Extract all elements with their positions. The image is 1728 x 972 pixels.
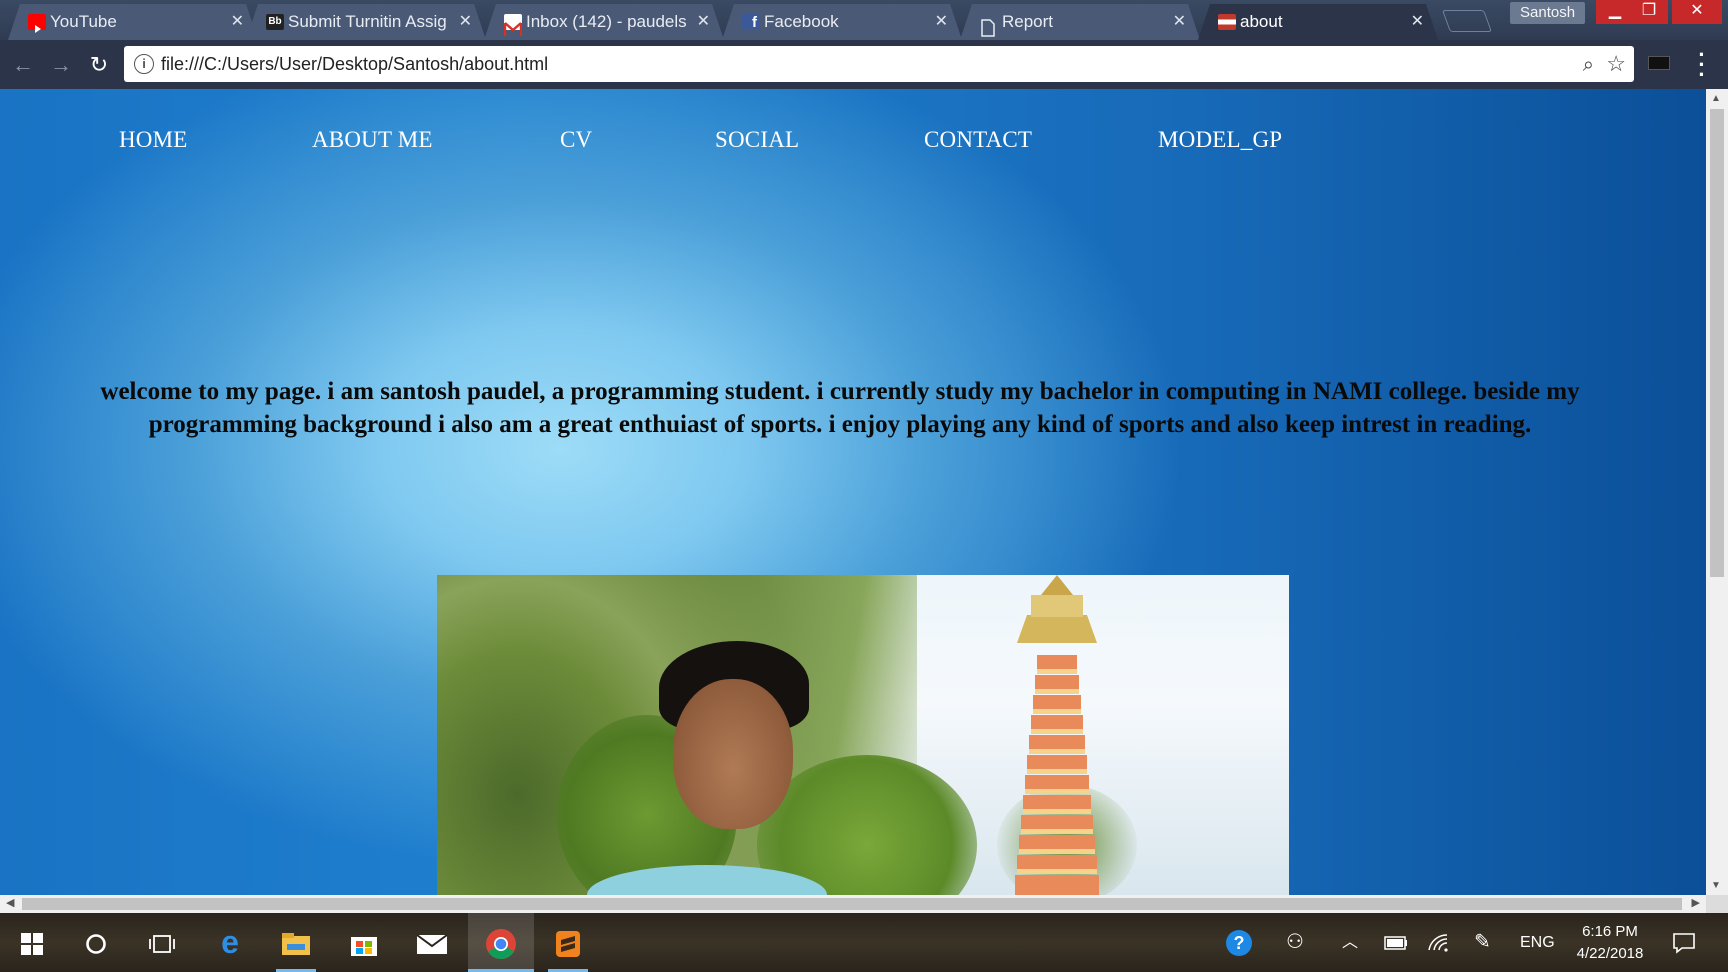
profile-button[interactable]: Santosh (1510, 2, 1586, 24)
vertical-scroll-thumb[interactable] (1710, 109, 1724, 577)
task-view-icon[interactable] (132, 913, 192, 972)
tab-title: Inbox (142) - paudels (526, 12, 687, 31)
windows-taskbar: e ? ⚇ ︿ ✎ ENG 6:16 PM 4/22/2018 (0, 913, 1728, 972)
horizontal-scrollbar[interactable]: ◀ ▶ (0, 895, 1706, 913)
scroll-down-icon[interactable]: ▼ (1711, 880, 1721, 891)
photo-person-face (673, 679, 793, 829)
nav-about-link[interactable]: ABOUT ME (312, 127, 433, 153)
horizontal-scroll-thumb[interactable] (22, 898, 1682, 910)
people-icon[interactable]: ⚇ (1286, 913, 1304, 972)
scrollbar-corner (1706, 895, 1728, 913)
profile-photo (437, 575, 1289, 895)
extension-icon[interactable] (1648, 56, 1670, 70)
file-explorer-icon[interactable] (266, 913, 326, 972)
menu-dots-icon[interactable]: · · · (1696, 44, 1708, 86)
tab-title: about (1240, 12, 1283, 31)
chrome-icon[interactable] (468, 913, 534, 972)
address-bar[interactable]: i file:///C:/Users/User/Desktop/Santosh/… (124, 46, 1634, 82)
cortana-icon[interactable] (66, 913, 126, 972)
edge-icon[interactable]: e (200, 913, 260, 972)
new-tab-button[interactable] (1441, 10, 1493, 32)
scroll-up-icon[interactable]: ▲ (1711, 93, 1721, 104)
forward-arrow-icon[interactable]: → (46, 50, 76, 80)
intro-paragraph: welcome to my page. i am santosh paudel,… (100, 378, 1580, 438)
pen-icon[interactable]: ✎ (1474, 913, 1491, 972)
facebook-icon: f (742, 14, 760, 30)
clock-time: 6:16 PM (1582, 923, 1638, 940)
tab-facebook[interactable]: f Facebook ✕ (722, 4, 962, 40)
nav-contact-link[interactable]: CONTACT (924, 127, 1032, 153)
tab-turnitin[interactable]: Bb Submit Turnitin Assig ✕ (246, 4, 486, 40)
browser-tab-strip: YouTube ✕ Bb Submit Turnitin Assig ✕ Inb… (0, 0, 1728, 40)
language-indicator[interactable]: ENG (1520, 913, 1555, 972)
close-window-icon[interactable]: ✕ (1672, 0, 1722, 24)
back-arrow-icon[interactable]: ← (8, 50, 38, 80)
tab-title: YouTube (50, 12, 117, 31)
help-icon[interactable]: ? (1224, 913, 1254, 972)
vertical-scrollbar[interactable]: ▲ ▼ (1706, 89, 1728, 895)
minimize-icon[interactable]: ▁ (1596, 0, 1634, 24)
info-icon[interactable]: i (134, 54, 154, 74)
notifications-icon[interactable] (1672, 913, 1696, 972)
close-tab-icon[interactable]: ✕ (1411, 4, 1424, 40)
tab-title: Facebook (764, 12, 839, 31)
photo-stupa (1015, 575, 1099, 895)
sublime-icon[interactable] (538, 913, 598, 972)
browser-toolbar: ← → ↻ i file:///C:/Users/User/Desktop/Sa… (0, 40, 1728, 89)
bookmark-star-icon[interactable]: ☆ (1606, 51, 1626, 77)
restore-icon[interactable]: ❐ (1630, 0, 1668, 24)
tab-about[interactable]: about ✕ (1198, 4, 1438, 40)
show-hidden-icons-icon[interactable]: ︿ (1342, 913, 1358, 972)
site-navigation: HOME ABOUT ME CV SOCIAL CONTACT MODEL_GP (0, 127, 1400, 177)
zoom-icon[interactable]: ⌕ (1583, 54, 1594, 77)
battery-icon[interactable] (1384, 913, 1408, 972)
page-icon (1218, 14, 1236, 30)
wifi-icon[interactable] (1428, 913, 1450, 972)
store-icon[interactable] (334, 913, 394, 972)
tab-report[interactable]: Report ✕ (960, 4, 1200, 40)
scroll-left-icon[interactable]: ◀ (6, 896, 14, 909)
tab-youtube[interactable]: YouTube ✕ (8, 4, 258, 40)
close-tab-icon[interactable]: ✕ (231, 4, 244, 40)
close-tab-icon[interactable]: ✕ (697, 4, 710, 40)
page-viewport: HOME ABOUT ME CV SOCIAL CONTACT MODEL_GP… (0, 89, 1706, 895)
nav-social-link[interactable]: SOCIAL (715, 127, 799, 153)
svg-text:?: ? (1234, 933, 1245, 953)
tab-title: Submit Turnitin Assig (288, 12, 447, 31)
clock[interactable]: 6:16 PM 4/22/2018 (1560, 921, 1660, 965)
nav-cv-link[interactable]: CV (560, 127, 592, 153)
youtube-icon (28, 14, 46, 30)
tab-gmail[interactable]: Inbox (142) - paudels ✕ (484, 4, 724, 40)
windows-start-icon[interactable] (2, 913, 62, 972)
nav-model-gp-link[interactable]: MODEL_GP (1158, 127, 1282, 153)
reload-icon[interactable]: ↻ (84, 50, 114, 80)
gmail-icon (504, 14, 522, 30)
close-tab-icon[interactable]: ✕ (459, 4, 472, 40)
close-tab-icon[interactable]: ✕ (1173, 4, 1186, 40)
blackboard-icon: Bb (266, 14, 284, 30)
tab-title: Report (1002, 12, 1054, 31)
mail-icon[interactable] (402, 913, 462, 972)
nav-home-link[interactable]: HOME (119, 127, 188, 153)
scroll-right-icon[interactable]: ▶ (1692, 896, 1700, 909)
document-icon (980, 14, 998, 30)
close-tab-icon[interactable]: ✕ (935, 4, 948, 40)
clock-date: 4/22/2018 (1576, 945, 1644, 962)
address-url[interactable]: file:///C:/Users/User/Desktop/Santosh/ab… (161, 46, 548, 82)
